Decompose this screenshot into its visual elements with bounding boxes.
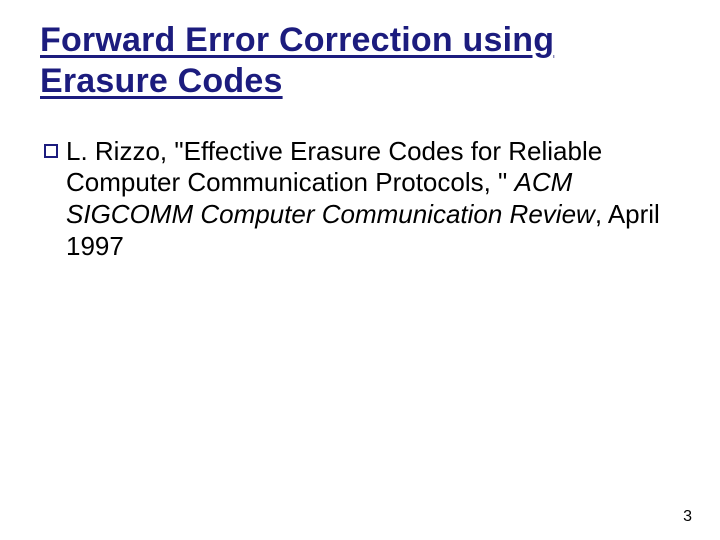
page-number: 3 (683, 508, 692, 526)
slide-title: Forward Error Correction using Erasure C… (40, 20, 680, 102)
list-item: L. Rizzo, "Effective Erasure Codes for R… (44, 136, 680, 263)
slide-body: L. Rizzo, "Effective Erasure Codes for R… (40, 136, 680, 263)
slide: Forward Error Correction using Erasure C… (0, 0, 720, 540)
bullet-text: L. Rizzo, "Effective Erasure Codes for R… (66, 136, 680, 263)
square-bullet-icon (44, 144, 58, 158)
